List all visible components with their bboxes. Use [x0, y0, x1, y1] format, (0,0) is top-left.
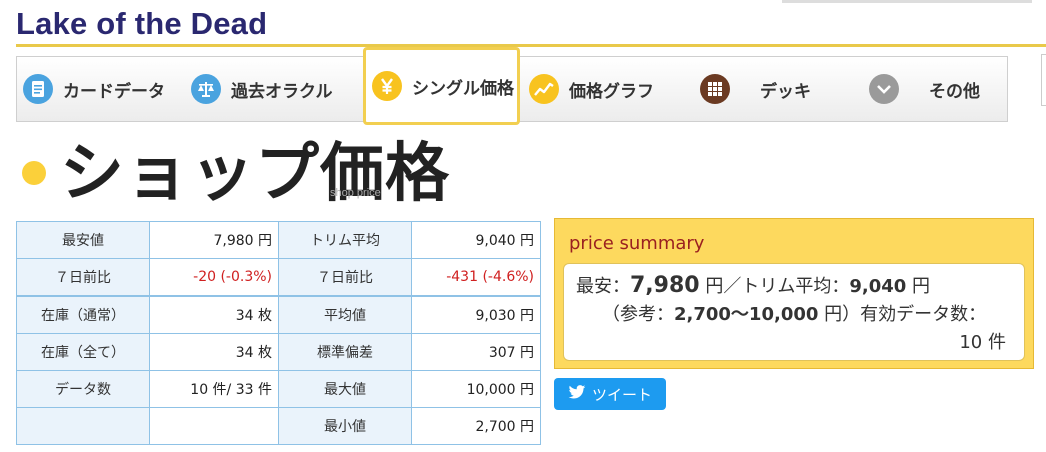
table-cell: 307 円 [411, 333, 541, 371]
table-row: データ数 10 件/ 33 件 最大値 10,000 円 [16, 370, 541, 408]
summary-text: 円／トリム平均： [699, 276, 850, 297]
table-cell: トリム平均 [278, 221, 412, 259]
title-rule [16, 44, 1046, 47]
tab-label: シングル価格 [412, 78, 514, 99]
tab-deck[interactable]: デッキ [700, 57, 811, 121]
heading-bullet [22, 161, 46, 185]
summary-lowest-value: 7,980 [630, 273, 700, 298]
table-cell: 34 枚 [149, 296, 279, 334]
table-cell: 7,980 円 [149, 221, 279, 259]
table-cell: 2,700 円 [411, 407, 541, 445]
table-cell: ７日前比 [16, 258, 150, 296]
summary-text: （参考： [602, 304, 674, 325]
page-heading: ショップ価格 [60, 137, 450, 211]
card-icon [23, 74, 53, 104]
price-summary-box: price summary 最安：7,980 円／トリム平均：9,040 円 （… [554, 218, 1034, 369]
scale-icon [191, 74, 221, 104]
table-cell: 9,030 円 [411, 296, 541, 334]
summary-line-1: 最安：7,980 円／トリム平均：9,040 円 [576, 272, 1012, 301]
tab-label: 価格グラフ [569, 81, 654, 102]
table-cell: 最安値 [16, 221, 150, 259]
tab-label: カードデータ [63, 81, 165, 102]
site-title[interactable]: Lake of the Dead [16, 6, 267, 42]
summary-text: 最安： [576, 276, 630, 297]
price-table-stats: 在庫（通常） 34 枚 平均値 9,030 円 在庫（全て） 34 枚 標準偏差… [16, 296, 541, 445]
grid-icon [700, 74, 730, 104]
tab-label: 過去オラクル [231, 81, 333, 102]
tab-price-graph[interactable]: 価格グラフ [529, 57, 654, 121]
table-cell: -20 (-0.3%) [149, 258, 279, 296]
table-row: ７日前比 -20 (-0.3%) ７日前比 -431 (-4.6%) [16, 258, 541, 296]
tab-other[interactable]: その他 [869, 57, 980, 121]
table-cell: データ数 [16, 370, 150, 408]
summary-line-2: （参考：2,700〜10,000 円）有効データ数： [576, 301, 1012, 329]
summary-text: 円）有効データ数： [818, 304, 987, 325]
table-row: 在庫（通常） 34 枚 平均値 9,030 円 [16, 296, 541, 334]
graph-icon [529, 74, 559, 104]
table-row: 最小値 2,700 円 [16, 407, 541, 445]
table-cell: 10,000 円 [411, 370, 541, 408]
price-summary-title: price summary [569, 233, 705, 254]
tab-card-data[interactable]: カードデータ [23, 57, 165, 121]
table-cell: 最小値 [278, 407, 412, 445]
heading-subtitle: shop price [330, 187, 381, 199]
summary-valid-data-count: 10 件 [959, 332, 1006, 353]
table-row: 最安値 7,980 円 トリム平均 9,040 円 [16, 221, 541, 259]
table-cell: 在庫（通常） [16, 296, 150, 334]
table-cell: 9,040 円 [411, 221, 541, 259]
tab-past-oracle[interactable]: 過去オラクル [191, 57, 333, 121]
table-cell: 在庫（全て） [16, 333, 150, 371]
summary-text: 円 [906, 276, 930, 297]
twitter-icon [568, 384, 586, 404]
table-cell: 平均値 [278, 296, 412, 334]
table-cell: ７日前比 [278, 258, 412, 296]
table-cell: -431 (-4.6%) [411, 258, 541, 296]
table-row: 在庫（全て） 34 枚 標準偏差 307 円 [16, 333, 541, 371]
table-cell: 標準偏差 [278, 333, 412, 371]
main-nav: カードデータ 過去オラクル シングル価格 価格グラフ デッキ その他 [16, 47, 1008, 125]
tweet-label: ツイート [591, 385, 652, 404]
tab-label: デッキ [760, 81, 811, 102]
tab-single-price[interactable]: シングル価格 [363, 47, 520, 125]
price-table-primary: 最安値 7,980 円 トリム平均 9,040 円 ７日前比 -20 (-0.3… [16, 221, 541, 296]
summary-trim-average-value: 9,040 [849, 276, 907, 297]
table-cell: 最大値 [278, 370, 412, 408]
side-widget [1041, 54, 1046, 106]
table-cell: 10 件/ 33 件 [149, 370, 279, 408]
table-cell [149, 407, 279, 445]
top-decoration [782, 0, 1032, 3]
tweet-button[interactable]: ツイート [554, 378, 666, 410]
table-cell [16, 407, 150, 445]
price-summary-content: 最安：7,980 円／トリム平均：9,040 円 （参考：2,700〜10,00… [563, 263, 1025, 361]
chevron-down-icon [869, 74, 899, 104]
summary-range-value: 2,700〜10,000 [674, 304, 819, 325]
tab-label: その他 [929, 81, 980, 102]
yen-icon [372, 71, 402, 101]
table-cell: 34 枚 [149, 333, 279, 371]
